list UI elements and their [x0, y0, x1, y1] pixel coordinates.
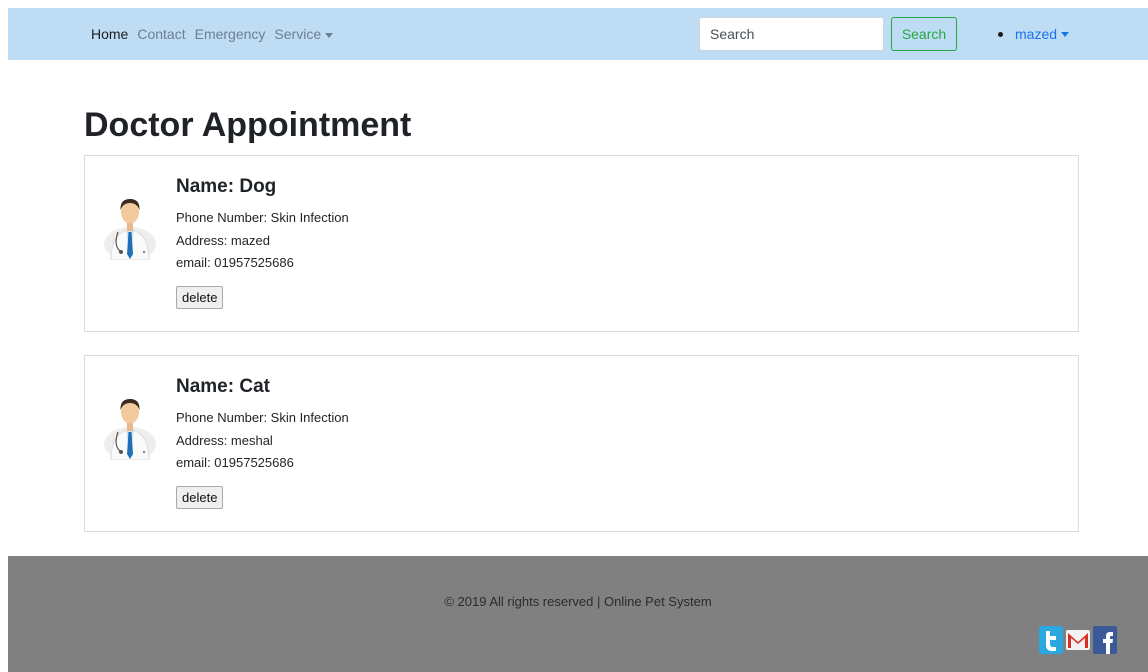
appointment-name: Name: Cat [176, 376, 270, 397]
gmail-icon[interactable] [1066, 626, 1090, 654]
search-button[interactable]: Search [891, 17, 957, 51]
delete-button[interactable]: delete [176, 485, 224, 509]
appointment-card: Name: Dog Phone Number: Skin Infection A… [84, 155, 1079, 332]
appointment-phone: Phone Number: Skin Infection [176, 410, 349, 425]
facebook-icon[interactable] [1093, 626, 1117, 654]
page-title: Doctor Appointment [84, 106, 412, 144]
user-menu-dropdown[interactable]: mazed [998, 8, 1070, 60]
chevron-down-icon [325, 32, 334, 38]
footer-copyright: © 2019 All rights reserved | Online Pet … [444, 594, 712, 609]
appointment-details: Name: Dog Phone Number: Skin Infection A… [176, 176, 349, 309]
delete-button[interactable]: delete [176, 285, 224, 309]
page: Home Contact Emergency Service Search ma… [0, 0, 1148, 672]
nav-service-dropdown[interactable]: Service [274, 26, 334, 42]
nav-home-link[interactable]: Home [91, 26, 128, 42]
appointment-phone: Phone Number: Skin Infection [176, 210, 349, 225]
appointment-card: Name: Cat Phone Number: Skin Infection A… [84, 355, 1079, 532]
doctor-avatar-icon [104, 399, 156, 460]
search-input[interactable] [699, 17, 884, 51]
doctor-avatar-icon [104, 199, 156, 260]
footer: © 2019 All rights reserved | Online Pet … [8, 556, 1148, 672]
appointment-address: Address: meshal [176, 432, 273, 448]
chevron-down-icon [1061, 31, 1070, 37]
bullet-icon [998, 31, 1003, 37]
appointment-email: email: 01957525686 [176, 255, 294, 270]
appointment-address: Address: mazed [176, 232, 270, 248]
appointment-email: email: 01957525686 [176, 455, 294, 470]
appointment-name: Name: Dog [176, 176, 277, 197]
appointment-details: Name: Cat Phone Number: Skin Infection A… [176, 376, 349, 509]
twitter-icon[interactable] [1039, 626, 1063, 654]
navbar: Home Contact Emergency Service Search ma… [8, 8, 1148, 60]
nav-emergency-link[interactable]: Emergency [195, 26, 266, 42]
nav-contact-link[interactable]: Contact [137, 26, 185, 42]
nav-service-label: Service [274, 26, 322, 42]
user-name: mazed [1015, 26, 1058, 42]
nav-links: Home Contact Emergency Service [91, 8, 342, 60]
